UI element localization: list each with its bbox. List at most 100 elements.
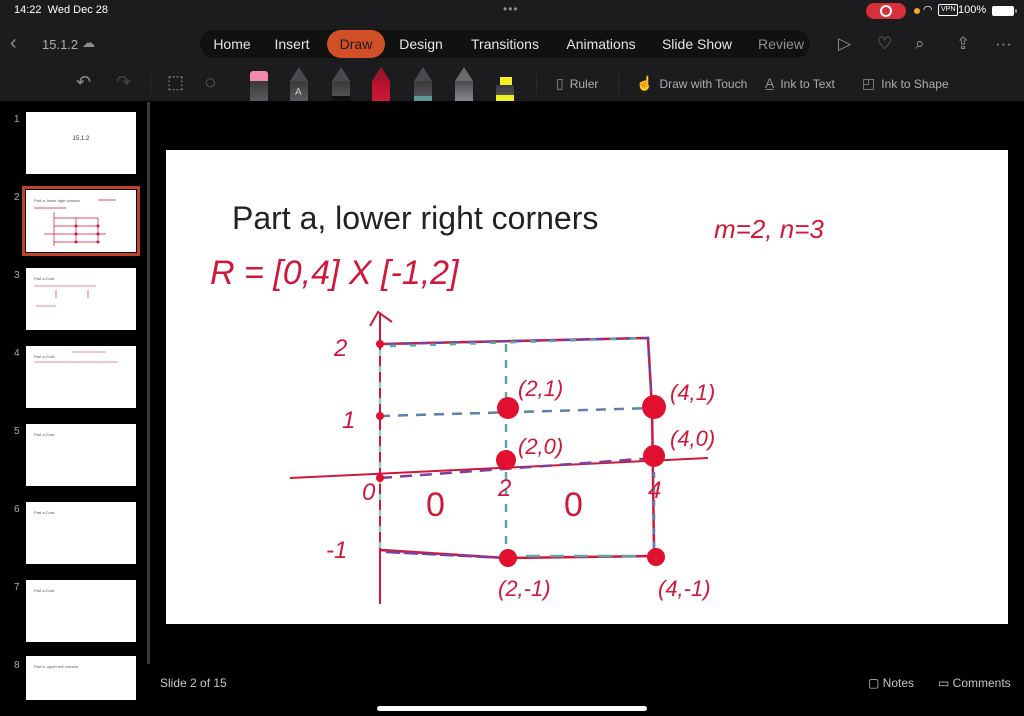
ink-to-text-icon: A̲ [765,75,775,91]
slide-thumbnail-panel: 1 15.1.2 2 Part a, lower right corners 3… [0,102,148,700]
thumbnail-number: 4 [14,348,20,359]
slide-indicator: Slide 2 of 15 [160,676,227,690]
multitask-dots[interactable]: ••• [503,2,519,16]
cell-value-right: 0 [564,486,583,524]
back-chevron-icon[interactable]: ‹ [10,32,17,55]
wifi-icon: ◠ [923,4,933,16]
tab-design[interactable]: Design [394,30,448,58]
point-4-1 [642,395,666,419]
ribbon-tabs: Home Insert Draw Design Transitions Anim… [200,30,810,58]
slide-thumbnail-8[interactable]: Part b, upper left corners [26,656,136,700]
screen-recording-icon[interactable] [866,3,906,19]
comments-button[interactable]: ▭ Comments [938,676,1011,690]
tab-home[interactable]: Home [208,30,256,58]
label-point-2-0: (2,0) [518,434,563,459]
toolbar-divider [618,74,619,94]
y-label-2: 2 [333,335,347,362]
tab-insert[interactable]: Insert [266,30,318,58]
thumbnail-title: Part a Cont. [34,432,56,437]
undo-icon[interactable]: ↶ [76,72,91,93]
tab-slide-show[interactable]: Slide Show [658,30,736,58]
ink-to-shape-button[interactable]: ◰ Ink to Shape [862,75,949,92]
document-name[interactable]: 15.1.2 [42,37,78,52]
point-0-0 [376,474,384,482]
thumbnail-title: Part a Cont. [34,588,56,593]
slide-thumbnail-2[interactable]: Part a, lower right corners [22,186,140,256]
lightbulb-icon[interactable]: ♡ [877,34,892,54]
thumbnail-ink-preview [34,351,118,363]
search-icon[interactable]: ⌕ [915,34,925,54]
slide-thumbnail-1[interactable]: 15.1.2 [26,112,136,174]
home-indicator[interactable] [377,706,647,711]
battery-percent: 100% [958,4,987,16]
play-icon[interactable]: ▷ [838,34,851,54]
thumbnail-title: 15.1.2 [72,136,90,142]
tab-transitions[interactable]: Transitions [466,30,544,58]
select-icon[interactable]: ⬚ [167,72,184,93]
eraser-tool[interactable] [248,67,270,101]
mic-indicator-icon [914,8,920,14]
y-label-neg1: -1 [326,537,347,564]
tab-animations[interactable]: Animations [562,30,640,58]
slide-thumbnail-4[interactable]: Part a Cont. [26,346,136,408]
draw-with-touch-button[interactable]: ☝ Draw with Touch [636,75,747,92]
slide-thumbnail-6[interactable]: Part a Cont. [26,502,136,564]
more-icon[interactable]: ··· [995,34,1012,54]
battery-icon [992,6,1017,16]
share-icon[interactable]: ⇪ [956,34,970,54]
point-4-neg1 [647,548,665,566]
ink-params-text: m=2, n=3 [714,214,824,244]
red-pen-tool[interactable] [370,65,392,101]
action-pen-icon [290,67,308,81]
slide-thumbnail-5[interactable]: Part a Cont. [26,424,136,486]
thumbnail-number: 2 [14,192,20,203]
thumbnail-number: 7 [14,582,20,593]
highlighter-band [496,95,514,101]
label-point-4-1: (4,1) [670,380,715,405]
touch-icon: ☝ [636,75,654,91]
label-point-4-neg1: (4,-1) [658,576,711,601]
redo-icon[interactable]: ↷ [116,72,131,93]
black-pen-icon [332,67,350,81]
status-bar: 14:22 Wed Dec 28 ••• ◠ VPN 100% [0,0,1024,22]
red-pen-icon [372,67,390,81]
y-label-0: 0 [362,479,376,506]
draw-toolbar: ↶ ↷ ⬚ ◌ A ▯ Ruler ☝ Draw with Touch A̲ Ink … [0,66,1024,102]
pencil-tool[interactable] [453,67,475,101]
notes-button[interactable]: ▢ Notes [868,676,914,690]
point-2-neg1 [499,549,517,567]
highlighter-tool[interactable] [494,67,516,101]
cloud-sync-icon[interactable]: ☁ [82,35,95,51]
thumbnail-number: 6 [14,504,20,515]
pencil-icon [455,67,473,81]
teal-pen-icon [414,67,432,81]
ink-layer[interactable]: R = [0,4] X [-1,2] m=2, n=3 2 1 0 -1 2 4… [166,150,1008,624]
toolbar-divider [536,74,537,94]
black-pen-tool[interactable] [330,67,352,101]
thumbnail-number: 8 [14,660,20,671]
thumbnail-ink-preview [34,199,116,246]
tab-review[interactable]: Review [752,30,810,58]
slide[interactable]: Part a, lower right corners R = [0,4] X … [166,150,1008,624]
teal-pen-tool[interactable] [412,67,434,101]
lasso-select-icon[interactable]: ◌ [205,72,216,93]
tab-draw[interactable]: Draw [327,30,385,58]
action-pen-tool[interactable]: A [288,67,310,101]
point-0-1 [376,412,384,420]
slide-thumbnail-7[interactable]: Part a Cont. [26,580,136,642]
thumbnail-number: 3 [14,270,20,281]
point-0-2 [376,340,384,348]
thumbnail-title: Part a Cont. [34,510,56,515]
ink-to-shape-icon: ◰ [862,75,876,91]
slide-thumbnail-3[interactable]: Part a Cont. [26,268,136,330]
ruler-button[interactable]: ▯ Ruler [556,75,598,92]
ribbon: ‹ 15.1.2 ☁ Home Insert Draw Design Trans… [0,22,1024,66]
action-pen-letter: A [295,87,302,98]
toolbar-divider [150,74,151,94]
status-time: 14:22 Wed Dec 28 [14,4,108,16]
point-2-0 [496,450,516,470]
ink-to-text-button[interactable]: A̲ Ink to Text [765,75,835,91]
thumbnail-ink-preview [34,285,96,307]
ruler-icon: ▯ [556,75,564,91]
teal-pen-band [414,96,432,101]
